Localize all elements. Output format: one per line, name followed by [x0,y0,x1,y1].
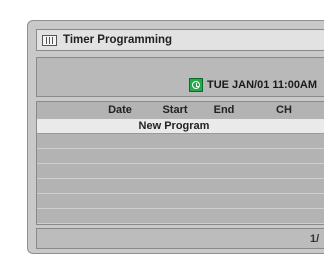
column-header-ch: CH [276,104,292,116]
row-label: New Program [138,120,210,132]
title-bar: Timer Programming [36,29,324,51]
table-row[interactable] [37,209,324,224]
timer-programming-window: Timer Programming TUE JAN/01 11:00AM Dat… [27,20,324,254]
column-header-date: Date [108,104,132,116]
footer-bar: 1/ [36,228,324,249]
table-row[interactable] [37,134,324,149]
window-title: Timer Programming [63,34,173,46]
table-row[interactable] [37,194,324,209]
status-panel: TUE JAN/01 11:00AM [36,57,324,97]
table-row[interactable] [37,164,324,179]
column-header-start: Start [162,104,188,116]
page-indicator: 1/ [310,233,320,245]
table-row[interactable] [37,149,324,164]
window-icon [42,34,57,46]
program-table: Date Start End CH New Program [36,101,324,225]
column-header-end: End [213,104,235,116]
table-row[interactable] [37,179,324,194]
current-datetime: TUE JAN/01 11:00AM [207,79,318,91]
clock-icon [189,78,203,92]
table-row-new-program[interactable]: New Program [37,119,324,134]
